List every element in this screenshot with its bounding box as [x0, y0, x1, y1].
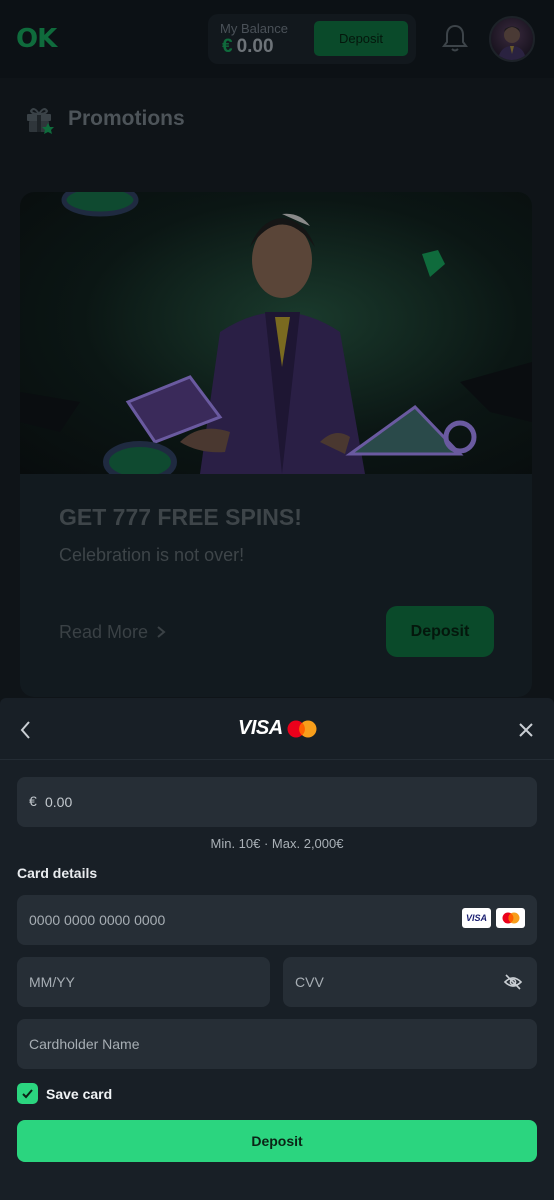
- logo[interactable]: OK: [16, 24, 57, 54]
- deposit-limits: Min. 10€ · Max. 2,000€: [210, 836, 344, 851]
- close-icon: [519, 723, 533, 737]
- gift-icon: [24, 103, 56, 135]
- cvv-input[interactable]: [283, 957, 537, 1007]
- promo-heading: GET 777 FREE SPINS!: [59, 504, 302, 530]
- bell-icon[interactable]: [440, 22, 470, 54]
- deposit-button[interactable]: Deposit: [17, 1120, 537, 1162]
- deposit-sheet: VISA € Min. 10€ · Max. 2,000€ Card detai…: [0, 698, 554, 1200]
- cardholder-input[interactable]: [17, 1019, 537, 1069]
- save-card-label: Save card: [46, 1085, 113, 1102]
- mastercard-logo: [287, 720, 317, 738]
- balance-currency: €: [222, 36, 233, 57]
- promo-card[interactable]: GET 777 FREE SPINS! Celebration is not o…: [20, 192, 532, 697]
- back-button[interactable]: [14, 718, 38, 742]
- amount-input[interactable]: [17, 777, 537, 827]
- promo-hero-image: [20, 192, 532, 483]
- promo-subheading: Celebration is not over!: [59, 545, 245, 565]
- avatar[interactable]: [489, 16, 535, 62]
- balance-box: My Balance €0.00 Deposit: [208, 14, 416, 64]
- cardholder-field[interactable]: [17, 1019, 537, 1069]
- header-deposit-button[interactable]: Deposit: [314, 21, 408, 56]
- check-icon: [22, 1089, 33, 1099]
- cvv-field[interactable]: [283, 957, 537, 1007]
- balance-label: My Balance: [220, 21, 288, 36]
- chevron-right-icon: [157, 626, 166, 638]
- card-number-field[interactable]: VISA: [17, 895, 537, 945]
- save-card-checkbox[interactable]: [17, 1083, 38, 1104]
- amount-field[interactable]: €: [17, 777, 537, 827]
- mini-visa-label: VISA: [465, 913, 487, 923]
- mastercard-card-icon: [496, 908, 525, 928]
- read-more-label: Read More: [59, 622, 149, 642]
- visa-card-icon: VISA: [462, 908, 491, 928]
- balance-value: €0.00: [222, 36, 274, 58]
- page-title: Promotions: [68, 107, 185, 130]
- accepted-cards: VISA: [462, 908, 525, 928]
- promo-deposit-button[interactable]: Deposit: [386, 606, 494, 657]
- read-more-link[interactable]: Read More: [59, 622, 167, 643]
- card-number-input[interactable]: [17, 895, 537, 945]
- visa-logo: VISA: [238, 717, 283, 739]
- chevron-left-icon: [20, 721, 30, 739]
- expiry-field[interactable]: [17, 957, 270, 1007]
- card-details-label: Card details: [17, 865, 98, 881]
- top-bar: OK My Balance €0.00 Deposit: [0, 0, 554, 78]
- eye-off-icon[interactable]: [503, 972, 523, 992]
- sheet-header: VISA: [0, 698, 554, 760]
- promotions-header: Promotions: [24, 103, 185, 135]
- save-card-row[interactable]: Save card: [17, 1083, 112, 1104]
- close-button[interactable]: [514, 718, 538, 742]
- expiry-input[interactable]: [17, 957, 270, 1007]
- balance-amount: 0.00: [236, 36, 274, 57]
